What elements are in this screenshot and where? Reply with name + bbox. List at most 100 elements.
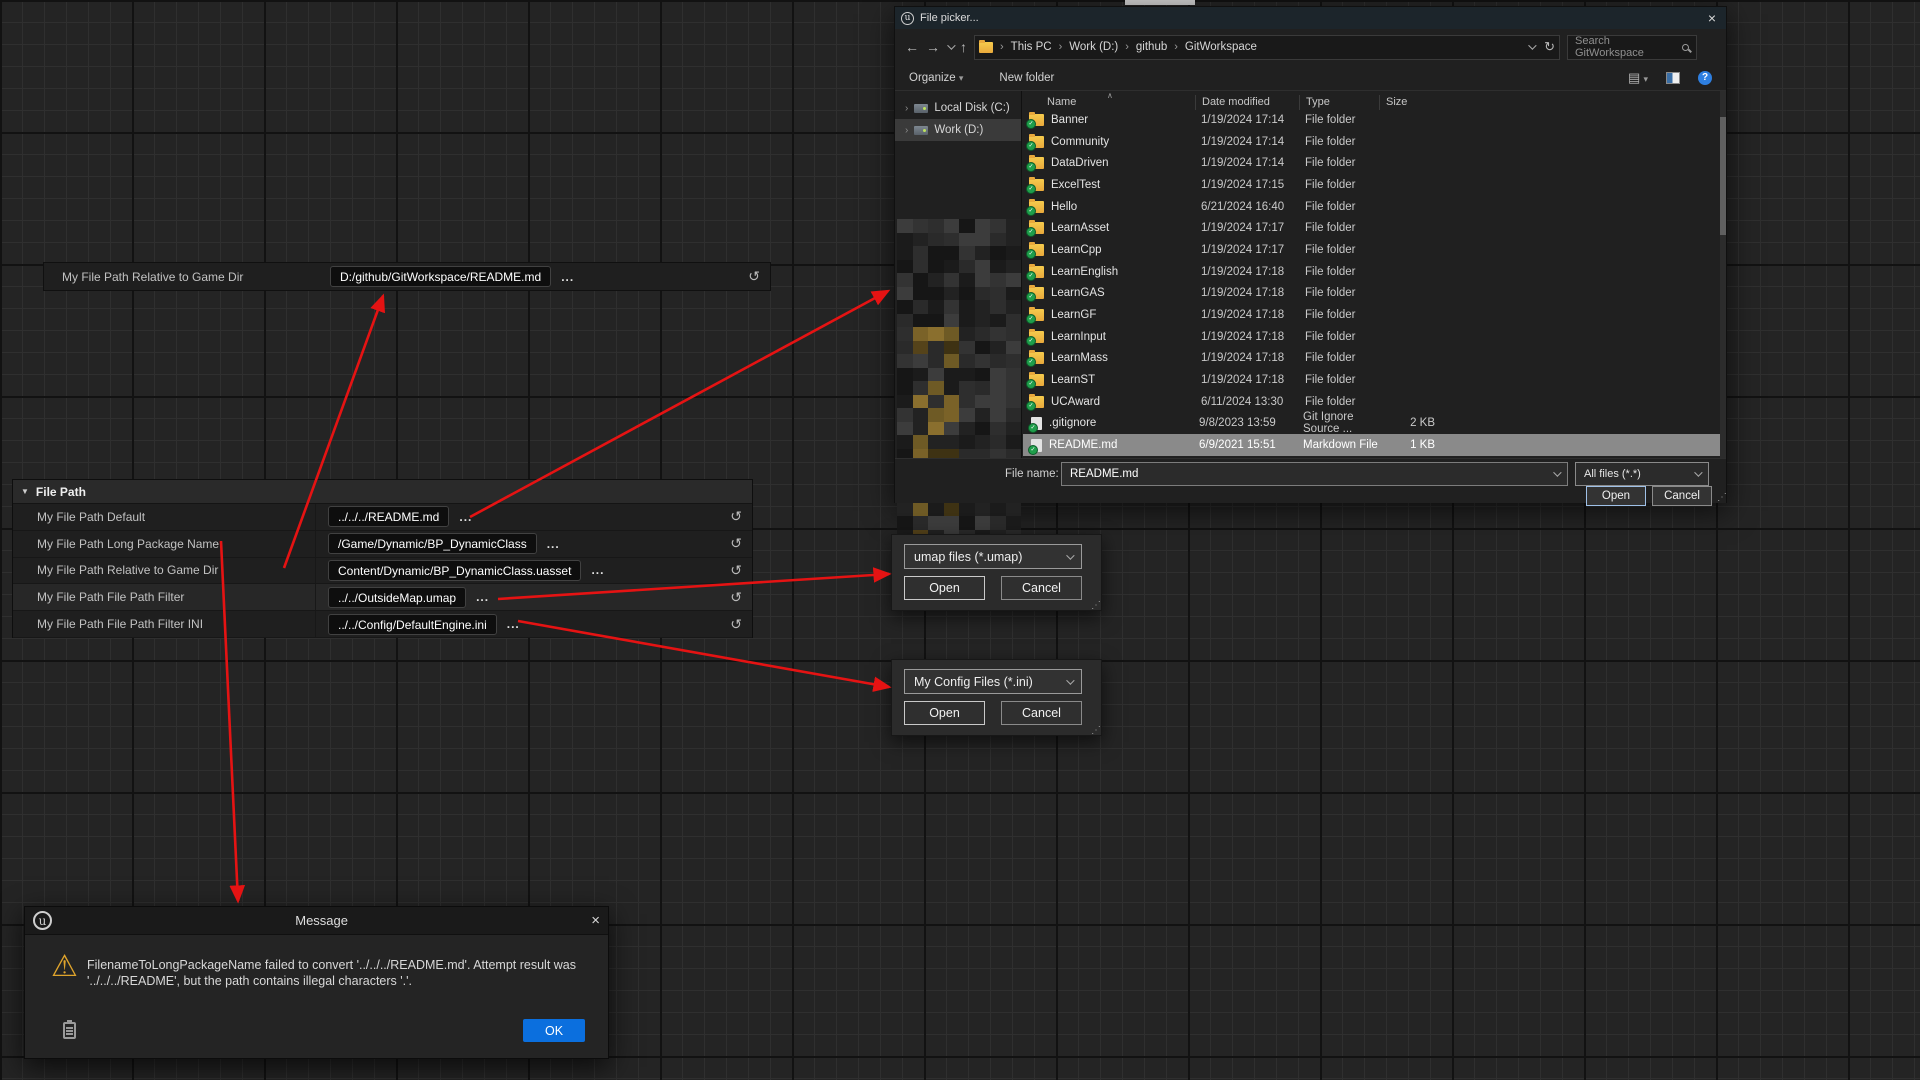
refresh-icon[interactable]: ↻	[1544, 39, 1555, 55]
breadcrumb-work-d[interactable]: Work (D:)	[1069, 41, 1118, 53]
property-value-box[interactable]: D:/github/GitWorkspace/README.md	[330, 266, 551, 287]
ini-filter-dropdown[interactable]: My Config Files (*.ini)	[904, 669, 1082, 694]
browse-ellipsis-button[interactable]: ...	[561, 270, 574, 284]
sidebar-item-local-disk-c[interactable]: › Local Disk (C:)	[895, 97, 1021, 119]
close-icon[interactable]: ×	[591, 912, 600, 929]
new-folder-button[interactable]: New folder	[999, 72, 1054, 84]
message-title-bar[interactable]: u Message ×	[25, 907, 608, 935]
search-input[interactable]: Search GitWorkspace	[1567, 35, 1697, 60]
cancel-button[interactable]: Cancel	[1001, 701, 1082, 725]
file-name: Banner	[1051, 114, 1201, 126]
reset-to-default-icon[interactable]: ↺	[730, 562, 742, 579]
file-type-icon	[1029, 266, 1044, 278]
resize-grip-icon[interactable]: ⋰	[1091, 726, 1101, 736]
reset-to-default-icon[interactable]: ↺	[730, 616, 742, 633]
file-type-icon	[1029, 136, 1044, 148]
open-button[interactable]: Open	[1586, 486, 1646, 506]
file-name-input[interactable]: README.md	[1061, 462, 1568, 486]
file-list-row[interactable]: Banner 1/19/2024 17:14 File folder	[1023, 109, 1720, 131]
warning-icon: ⚠	[51, 949, 78, 984]
address-dropdown-chevron-icon[interactable]	[1528, 41, 1536, 49]
breadcrumb-this-pc[interactable]: This PC	[1011, 41, 1052, 53]
file-list-row[interactable]: Community 1/19/2024 17:14 File folder	[1023, 131, 1720, 153]
section-collapse-caret-icon[interactable]: ▼	[21, 487, 29, 496]
file-list-row[interactable]: README.md 6/9/2021 15:51 Markdown File 1…	[1023, 434, 1720, 456]
property-value-box[interactable]: ../../Config/DefaultEngine.ini	[328, 614, 497, 635]
column-header-type[interactable]: Type	[1299, 95, 1379, 110]
file-list-row[interactable]: LearnCpp 1/19/2024 17:17 File folder	[1023, 239, 1720, 261]
open-button[interactable]: Open	[904, 701, 985, 725]
file-list-row[interactable]: LearnGAS 1/19/2024 17:18 File folder	[1023, 283, 1720, 305]
expand-chevron-icon[interactable]: ›	[905, 103, 908, 114]
view-mode-button[interactable]: ▤ ▾	[1628, 70, 1648, 86]
back-icon[interactable]: ←	[905, 39, 919, 55]
file-list-row[interactable]: Hello 6/21/2024 16:40 File folder	[1023, 196, 1720, 218]
property-value-box[interactable]: /Game/Dynamic/BP_DynamicClass	[328, 533, 537, 554]
help-icon[interactable]: ?	[1698, 71, 1712, 85]
file-name-chevron-icon[interactable]	[1553, 468, 1561, 476]
ok-button[interactable]: OK	[523, 1019, 585, 1042]
file-list-scrollbar[interactable]	[1720, 91, 1726, 459]
background-tab-strip	[1125, 0, 1195, 5]
property-label: My File Path File Path Filter	[13, 584, 316, 610]
file-list-row[interactable]: LearnGF 1/19/2024 17:18 File folder	[1023, 304, 1720, 326]
file-list-row[interactable]: ExcelTest 1/19/2024 17:15 File folder	[1023, 174, 1720, 196]
sidebar-item-work-d[interactable]: › Work (D:)	[895, 119, 1021, 141]
scrollbar-thumb[interactable]	[1720, 117, 1726, 235]
address-bar[interactable]: › This PC › Work (D:) › github › GitWork…	[974, 35, 1560, 60]
cancel-button[interactable]: Cancel	[1001, 576, 1082, 600]
cancel-button[interactable]: Cancel	[1652, 486, 1712, 506]
up-icon[interactable]: ↑	[960, 39, 967, 55]
file-list-row[interactable]: LearnST 1/19/2024 17:18 File folder	[1023, 369, 1720, 391]
browse-ellipsis-button[interactable]: ...	[591, 563, 604, 577]
open-button[interactable]: Open	[904, 576, 985, 600]
detail-row-long-package-name: My File Path Long Package Name /Game/Dyn…	[13, 531, 752, 558]
history-chevron-down-icon[interactable]	[947, 41, 955, 49]
reset-to-default-icon[interactable]: ↺	[748, 268, 760, 285]
expand-chevron-icon[interactable]: ›	[905, 125, 908, 136]
reset-to-default-icon[interactable]: ↺	[730, 535, 742, 552]
filter-chevron-icon	[1694, 468, 1702, 476]
file-list-row[interactable]: LearnInput 1/19/2024 17:18 File folder	[1023, 326, 1720, 348]
property-value-box[interactable]: Content/Dynamic/BP_DynamicClass.uasset	[328, 560, 581, 581]
file-type: File folder	[1305, 222, 1391, 234]
file-list-row[interactable]: LearnEnglish 1/19/2024 17:18 File folder	[1023, 261, 1720, 283]
property-label: My File Path Relative to Game Dir	[44, 270, 330, 284]
file-size: 1 KB	[1389, 439, 1441, 451]
resize-grip-icon[interactable]: ⋰	[1717, 493, 1727, 503]
browse-ellipsis-button[interactable]: ...	[459, 510, 472, 524]
browse-ellipsis-button[interactable]: ...	[547, 537, 560, 551]
umap-filter-dropdown[interactable]: umap files (*.umap)	[904, 544, 1082, 569]
dropdown-chevron-icon	[1066, 676, 1074, 684]
file-list-row[interactable]: .gitignore 9/8/2023 13:59 Git Ignore Sou…	[1023, 413, 1720, 435]
resize-grip-icon[interactable]: ⋰	[1091, 601, 1101, 611]
picker-toolbar: Organize ▾ New folder ▤ ▾ ?	[895, 65, 1726, 91]
column-header-date-modified[interactable]: Date modified	[1195, 95, 1299, 110]
file-type-filter-dropdown[interactable]: All files (*.*)	[1575, 462, 1709, 486]
file-list-row[interactable]: LearnMass 1/19/2024 17:18 File folder	[1023, 348, 1720, 370]
property-label: My File Path Relative to Game Dir	[13, 558, 316, 584]
file-name: ExcelTest	[1051, 179, 1201, 191]
file-path-section-header[interactable]: ▼ File Path	[13, 480, 752, 504]
column-header-size[interactable]: Size	[1379, 95, 1446, 110]
file-list-row[interactable]: LearnAsset 1/19/2024 17:17 File folder	[1023, 217, 1720, 239]
picker-title-bar[interactable]: u File picker... ×	[895, 7, 1726, 29]
reset-to-default-icon[interactable]: ↺	[730, 589, 742, 606]
search-icon[interactable]	[1682, 44, 1689, 51]
file-list-row[interactable]: UCAward 6/11/2024 13:30 File folder	[1023, 391, 1720, 413]
breadcrumb-gitworkspace[interactable]: GitWorkspace	[1185, 41, 1257, 53]
property-value-box[interactable]: ../../OutsideMap.umap	[328, 587, 466, 608]
close-icon[interactable]: ×	[1704, 11, 1720, 25]
file-list-row[interactable]: DataDriven 1/19/2024 17:14 File folder	[1023, 152, 1720, 174]
file-date-modified: 1/19/2024 17:14	[1201, 114, 1305, 126]
browse-ellipsis-button[interactable]: ...	[507, 617, 520, 631]
preview-pane-icon[interactable]	[1666, 72, 1680, 84]
copy-to-clipboard-icon[interactable]	[63, 1022, 76, 1039]
organize-menu-button[interactable]: Organize ▾	[909, 72, 963, 84]
reset-to-default-icon[interactable]: ↺	[730, 508, 742, 525]
breadcrumb-github[interactable]: github	[1136, 41, 1167, 53]
property-value-box[interactable]: ../../../README.md	[328, 506, 449, 527]
forward-icon[interactable]: →	[926, 39, 940, 55]
browse-ellipsis-button[interactable]: ...	[476, 590, 489, 604]
file-name: LearnGAS	[1051, 287, 1201, 299]
